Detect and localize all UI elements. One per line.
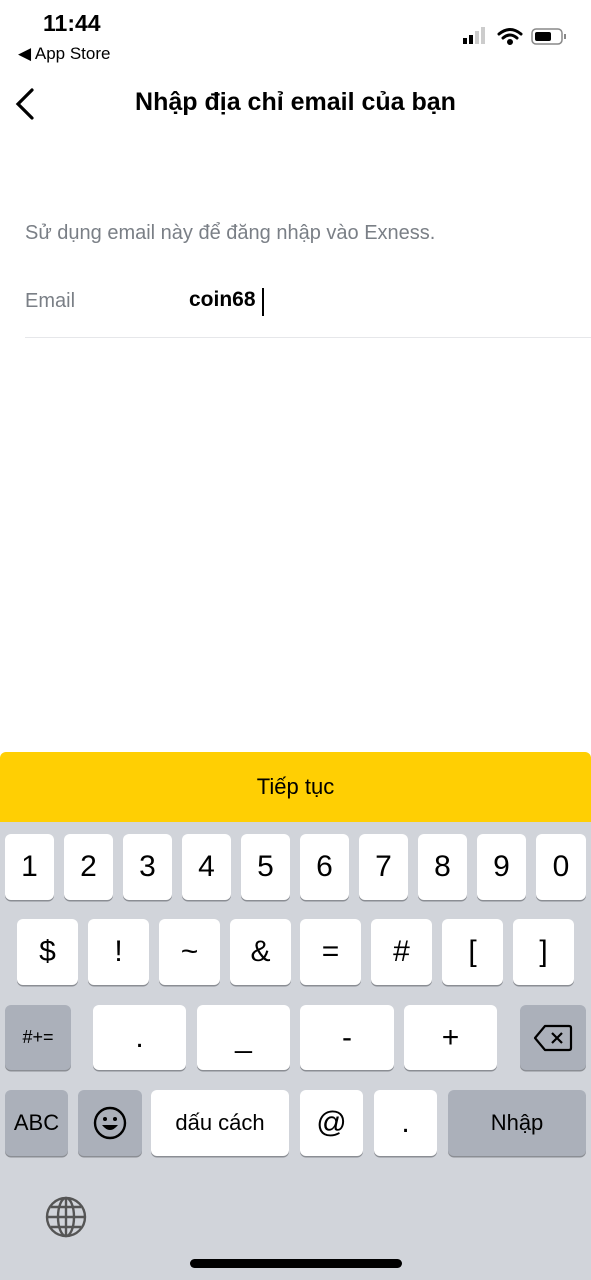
key[interactable]: 9 — [477, 834, 526, 900]
key-label: ] — [539, 935, 548, 968]
key-label: 5 — [257, 850, 274, 883]
key-label: dấu cách — [175, 1110, 265, 1135]
key[interactable]: # — [371, 919, 432, 985]
key[interactable]: #+= — [5, 1005, 71, 1070]
key-label: - — [342, 1020, 352, 1054]
key-label: 6 — [316, 850, 333, 883]
key[interactable]: Nhập — [448, 1090, 586, 1156]
key[interactable]: 5 — [241, 834, 290, 900]
key-label: 3 — [139, 850, 156, 883]
key-label: ABC — [13, 1110, 60, 1135]
key[interactable]: 3 — [123, 834, 172, 900]
key-label: $ — [39, 935, 56, 968]
continue-button[interactable]: Tiếp tục — [0, 752, 591, 822]
key[interactable]: 7 — [359, 834, 408, 900]
battery-icon — [531, 28, 566, 45]
back-to-app-store[interactable]: ◀ App Store — [18, 44, 110, 64]
key-label: 2 — [80, 850, 97, 883]
key[interactable]: ABC — [5, 1090, 68, 1156]
key-label: + — [441, 1020, 460, 1054]
key[interactable]: dấu cách — [151, 1090, 289, 1156]
key[interactable]: = — [300, 919, 361, 985]
emoji-key[interactable] — [78, 1090, 142, 1156]
key[interactable]: ! — [88, 919, 149, 985]
keyboard: 1 2 3 4 5 6 7 8 9 0 $! ~ & = # [] #+=. _ - + ABC dấu cách @. Nh… — [0, 822, 591, 1280]
key[interactable]: 0 — [536, 834, 586, 900]
key[interactable]: ] — [513, 919, 574, 985]
key[interactable]: + — [404, 1005, 497, 1070]
key[interactable]: . — [374, 1090, 437, 1156]
key-label: ~ — [180, 935, 199, 968]
home-indicator — [190, 1259, 402, 1268]
key[interactable]: 1 — [5, 834, 54, 900]
email-hint: Sử dụng email này để đăng nhập vào Exnes… — [25, 222, 436, 244]
key-label: ! — [114, 935, 123, 968]
key-label: [ — [468, 935, 477, 968]
email-label: Email — [25, 290, 76, 312]
signal-icon — [463, 27, 485, 44]
key[interactable]: _ — [197, 1005, 290, 1070]
key-label: 7 — [375, 850, 392, 883]
wifi-icon — [497, 28, 523, 45]
key-label: @ — [316, 1106, 347, 1139]
key[interactable]: ~ — [159, 919, 220, 985]
divider — [25, 337, 591, 338]
key[interactable]: 8 — [418, 834, 467, 900]
key[interactable]: & — [230, 919, 291, 985]
key-label: . — [135, 1020, 144, 1054]
key[interactable]: - — [300, 1005, 394, 1070]
key[interactable]: [ — [442, 919, 503, 985]
key-label: 9 — [493, 850, 510, 883]
key[interactable]: 6 — [300, 834, 349, 900]
key-label: 4 — [198, 850, 215, 883]
key[interactable]: @ — [300, 1090, 363, 1156]
key[interactable]: . — [93, 1005, 186, 1070]
key-label: = — [321, 935, 340, 968]
key-label: 8 — [434, 850, 451, 883]
key-label: & — [250, 935, 271, 968]
status-icons — [463, 27, 566, 45]
key[interactable]: 2 — [64, 834, 113, 900]
key-label: _ — [235, 1020, 252, 1054]
page-title: Nhập địa chỉ email của bạn — [135, 88, 456, 116]
key[interactable]: $ — [17, 919, 78, 985]
key-label: # — [393, 935, 410, 968]
key-label: . — [401, 1106, 410, 1139]
key[interactable]: 4 — [182, 834, 231, 900]
key-label: #+= — [22, 1027, 54, 1047]
status-time: 11:44 — [43, 10, 101, 36]
delete-key[interactable] — [520, 1005, 586, 1070]
delete-icon — [533, 1024, 573, 1052]
key-label: 0 — [552, 850, 570, 883]
globe-icon[interactable] — [44, 1195, 88, 1244]
email-input[interactable] — [189, 288, 569, 312]
key-label: Nhập — [490, 1110, 544, 1135]
emoji-icon — [93, 1106, 127, 1140]
key-label: 1 — [21, 850, 38, 883]
text-caret — [262, 288, 264, 316]
